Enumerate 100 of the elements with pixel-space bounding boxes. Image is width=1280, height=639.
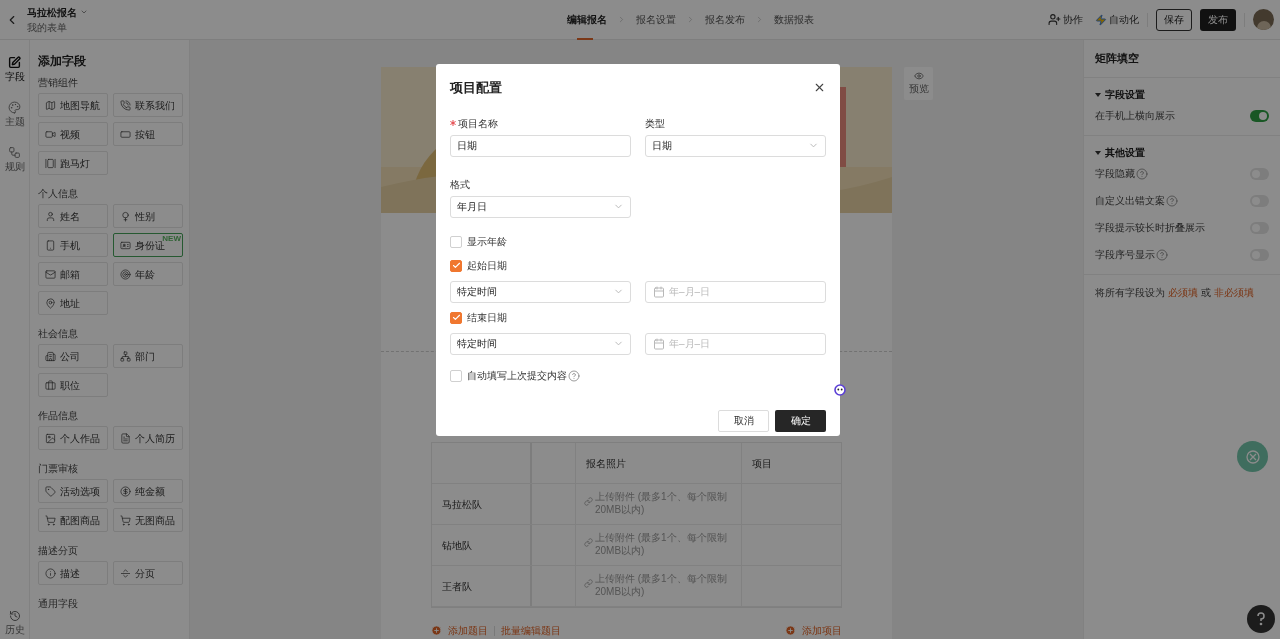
field-type-button[interactable]: 邮箱	[38, 262, 108, 286]
field-type-button[interactable]: 分页	[113, 561, 183, 585]
org-chart-icon	[120, 350, 131, 362]
field-type-button[interactable]: 姓名	[38, 204, 108, 228]
group-title: 描述分页	[38, 544, 79, 557]
setting-label: 在手机上横向展示	[1095, 109, 1175, 123]
history-tab[interactable]: 历史	[4, 610, 25, 637]
field-label: 格式	[450, 177, 471, 192]
section-title[interactable]: 字段设置	[1105, 87, 1145, 102]
field-type-button[interactable]: 按钮	[113, 122, 183, 146]
step-tab[interactable]: 编辑报名	[566, 0, 607, 40]
help-icon[interactable]	[1136, 167, 1148, 180]
step-tab[interactable]: 数据报表	[773, 0, 814, 40]
format-select[interactable]: 年月日	[450, 195, 631, 218]
field-label: 类型	[645, 116, 666, 131]
section-title[interactable]: 其他设置	[1105, 145, 1145, 160]
question-mark-icon	[1256, 612, 1266, 626]
help-icon[interactable]	[568, 369, 580, 382]
avatar[interactable]	[1253, 9, 1274, 30]
step-tab[interactable]: 报名设置	[635, 0, 676, 40]
field-type-button[interactable]: 公司	[38, 344, 108, 368]
field-type-button[interactable]: 部门	[113, 344, 183, 368]
preview-button[interactable]: 预览	[904, 67, 933, 100]
field-type-button[interactable]: 地图导航	[38, 93, 108, 117]
calendar-icon	[653, 285, 665, 298]
gender-icon	[120, 210, 131, 222]
tag-icon	[45, 485, 56, 497]
setting-label: 字段隐藏	[1095, 167, 1135, 181]
edit-icon	[8, 56, 21, 69]
field-type-button[interactable]: 地址	[38, 291, 108, 315]
rail-tab[interactable]: 主题	[4, 101, 25, 129]
group-title: 社会信息	[38, 327, 79, 340]
setting-label: 字段提示较长时折叠展示	[1095, 221, 1205, 235]
toggle-switch[interactable]	[1250, 109, 1269, 122]
field-label: 项目名称	[458, 116, 498, 131]
time-mode-select[interactable]: 特定时间	[450, 332, 631, 355]
field-type-button[interactable]: 性别	[113, 204, 183, 228]
checkbox[interactable]	[450, 311, 462, 324]
phone-icon	[45, 239, 56, 251]
flow-icon	[8, 146, 21, 159]
plus-circle-icon	[431, 625, 442, 636]
checkbox-label: 自动填写上次提交内容	[467, 369, 567, 383]
checkbox[interactable]	[450, 369, 462, 382]
checkbox[interactable]	[450, 235, 462, 248]
field-type-button[interactable]: 描述	[38, 561, 108, 585]
pin-icon	[45, 297, 56, 309]
lightning-icon	[1095, 13, 1107, 26]
info-icon	[45, 567, 56, 579]
name-input[interactable]: 日期	[450, 134, 631, 157]
footer-text: 将所有字段设为	[1095, 286, 1165, 300]
document-icon	[120, 432, 131, 444]
field-type-button[interactable]: 跑马灯	[38, 151, 108, 175]
video-camera-icon	[45, 128, 56, 140]
field-type-button[interactable]: 个人简历	[113, 426, 183, 450]
field-type-button[interactable]: 活动选项	[38, 479, 108, 503]
help-icon[interactable]	[1166, 194, 1178, 207]
row-header: 王者队	[432, 566, 532, 606]
field-type-button[interactable]: 配图商品	[38, 508, 108, 532]
step-tab[interactable]: 报名发布	[704, 0, 745, 40]
field-type-button[interactable]: 无图商品	[113, 508, 183, 532]
batch-edit-link[interactable]: 批量编辑题目	[501, 623, 561, 638]
field-type-button[interactable]: 个人作品	[38, 426, 108, 450]
collaborate-button[interactable]: 协作	[1048, 12, 1083, 27]
field-type-button[interactable]: 视频	[38, 122, 108, 146]
publish-button[interactable]: 发布	[1200, 8, 1236, 31]
eye-icon	[913, 71, 924, 81]
field-type-button[interactable]: 联系我们	[113, 93, 183, 117]
add-item-link[interactable]: 添加项目	[785, 623, 842, 638]
save-button[interactable]: 保存	[1156, 8, 1192, 31]
rail-tab[interactable]: 规则	[4, 146, 25, 174]
new-badge: NEW	[162, 234, 181, 243]
page-break-icon	[120, 567, 131, 579]
checkbox[interactable]	[450, 259, 462, 272]
cancel-button[interactable]: 取消	[718, 409, 769, 432]
setting-label: 自定义出错文案	[1095, 194, 1165, 208]
row-header: 钻地队	[432, 525, 532, 565]
field-type-button[interactable]: 手机	[38, 233, 108, 257]
field-type-button[interactable]: 纯金额	[113, 479, 183, 503]
rail-tab[interactable]: 字段	[4, 56, 25, 84]
field-type-button[interactable]: 职位	[38, 373, 108, 397]
add-question-link[interactable]: 添加题目	[431, 623, 488, 638]
palette-icon	[8, 101, 21, 114]
caret-down-icon[interactable]	[1095, 92, 1101, 97]
row-header: 马拉松队	[432, 484, 532, 524]
cart-icon	[120, 514, 131, 526]
optional-link[interactable]: 非必须填	[1214, 285, 1254, 300]
time-mode-select[interactable]: 特定时间	[450, 280, 631, 303]
help-icon[interactable]	[1156, 248, 1168, 261]
group-title: 个人信息	[38, 187, 79, 200]
link-icon	[584, 579, 593, 588]
footer-text: 或	[1201, 286, 1211, 300]
caret-icon[interactable]	[80, 8, 88, 16]
type-select[interactable]: 日期	[645, 134, 826, 157]
confirm-button[interactable]: 确定	[775, 409, 826, 432]
field-type-button[interactable]: 年龄	[113, 262, 183, 286]
caret-down-icon[interactable]	[1095, 150, 1101, 155]
required-link[interactable]: 必须填	[1168, 285, 1198, 300]
group-title: 通用字段	[38, 597, 79, 610]
mail-icon	[45, 268, 56, 280]
automation-button[interactable]: 自动化	[1095, 12, 1139, 27]
